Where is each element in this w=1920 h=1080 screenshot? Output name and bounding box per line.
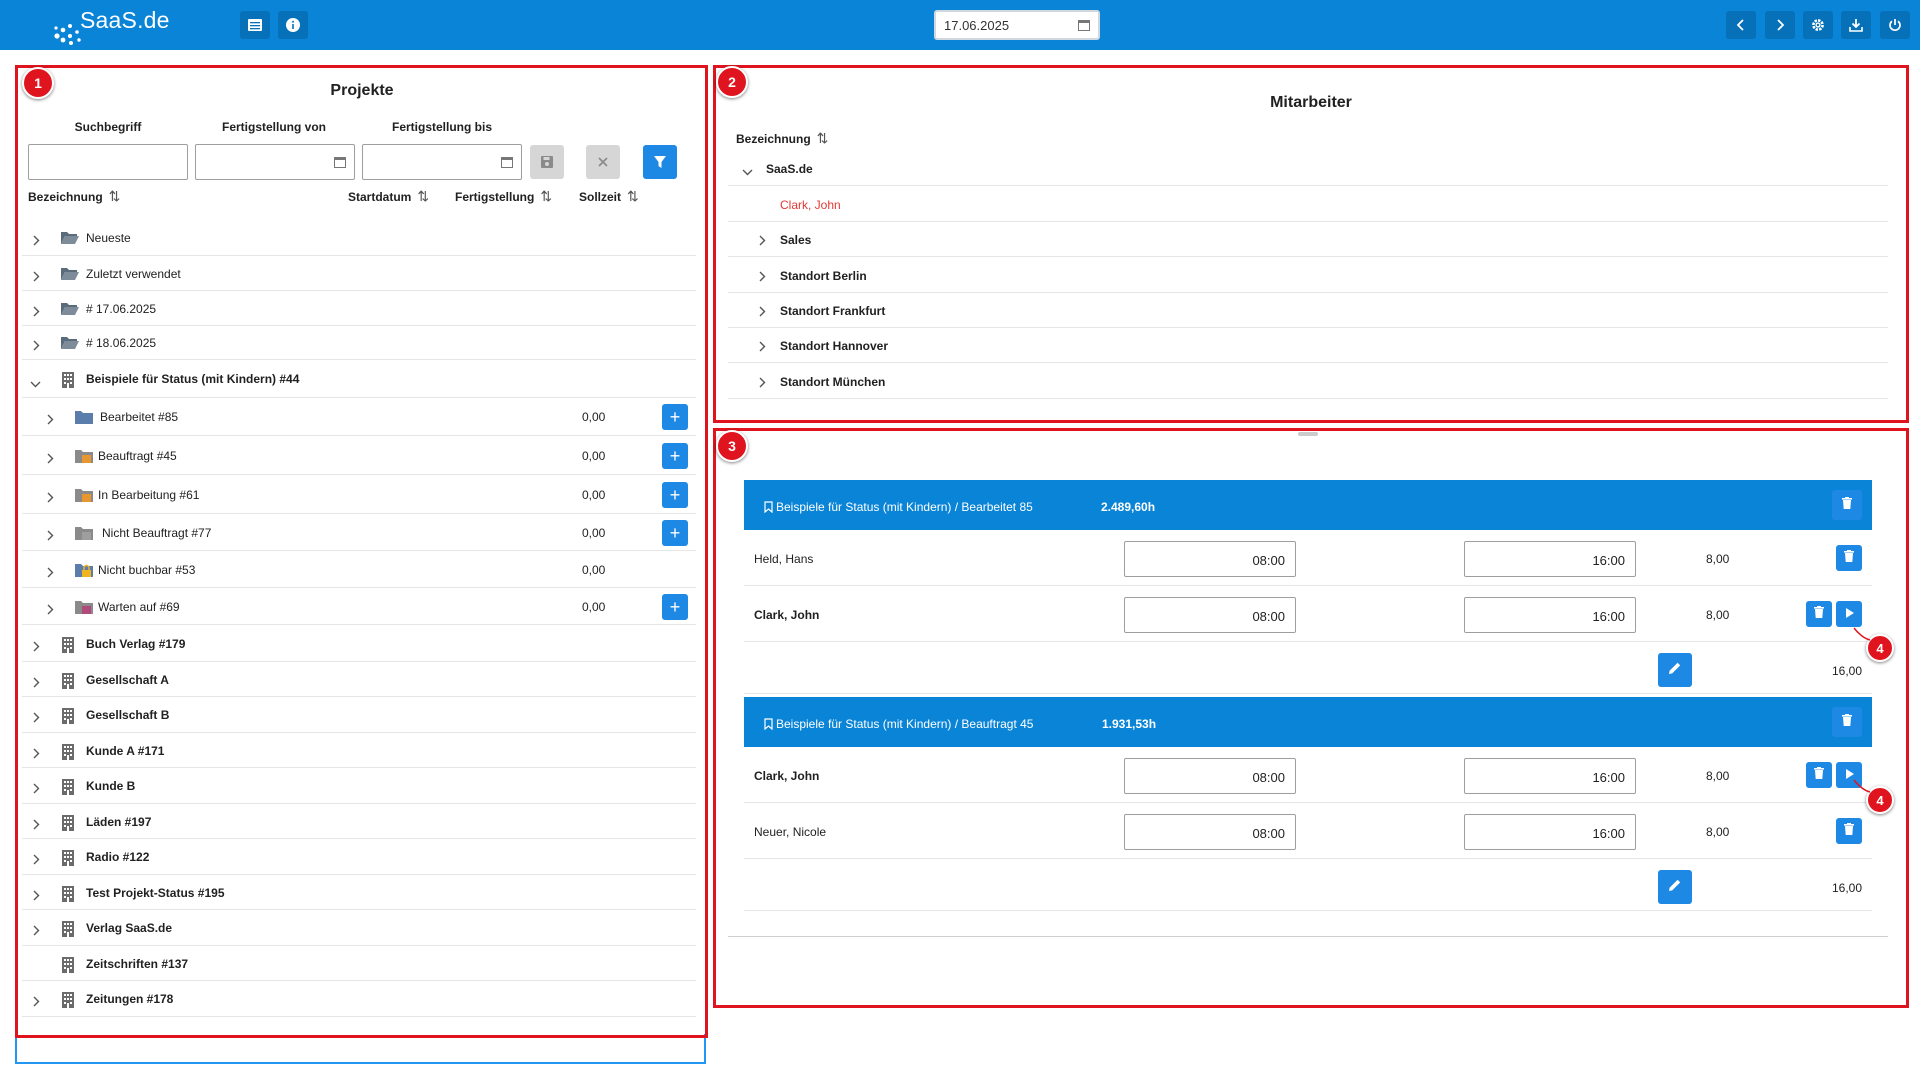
logo-text: SaaS.de <box>80 7 170 33</box>
settings-button[interactable] <box>1803 11 1833 39</box>
logo[interactable]: SaaS.de <box>52 4 172 45</box>
logout-button[interactable] <box>1880 11 1910 39</box>
chevron-left-icon <box>1736 19 1744 31</box>
list-view-button[interactable] <box>240 11 270 39</box>
marker-2: 2 <box>716 66 748 98</box>
marker-1: 1 <box>22 67 54 99</box>
list-icon <box>248 19 262 31</box>
highlight-frame-1 <box>15 65 708 1038</box>
power-icon <box>1889 19 1901 32</box>
calendar-icon[interactable] <box>1078 19 1090 31</box>
highlight-frame-2 <box>713 65 1909 423</box>
download-icon <box>1849 19 1863 32</box>
top-bar: SaaS.de 17.06.2025 <box>0 0 1920 50</box>
marker-3: 3 <box>716 430 748 462</box>
chevron-right-icon <box>1777 19 1785 31</box>
gear-icon <box>1812 19 1824 31</box>
next-day-button[interactable] <box>1765 11 1795 39</box>
download-button[interactable] <box>1841 11 1871 39</box>
info-button[interactable] <box>278 11 308 39</box>
date-picker[interactable]: 17.06.2025 <box>934 10 1100 40</box>
projects-scroll-area[interactable] <box>15 1034 706 1064</box>
date-value: 17.06.2025 <box>944 18 1010 33</box>
marker-arrows <box>1853 627 1871 793</box>
previous-day-button[interactable] <box>1726 11 1756 39</box>
info-icon <box>286 18 300 32</box>
highlight-frame-3 <box>713 428 1909 1008</box>
